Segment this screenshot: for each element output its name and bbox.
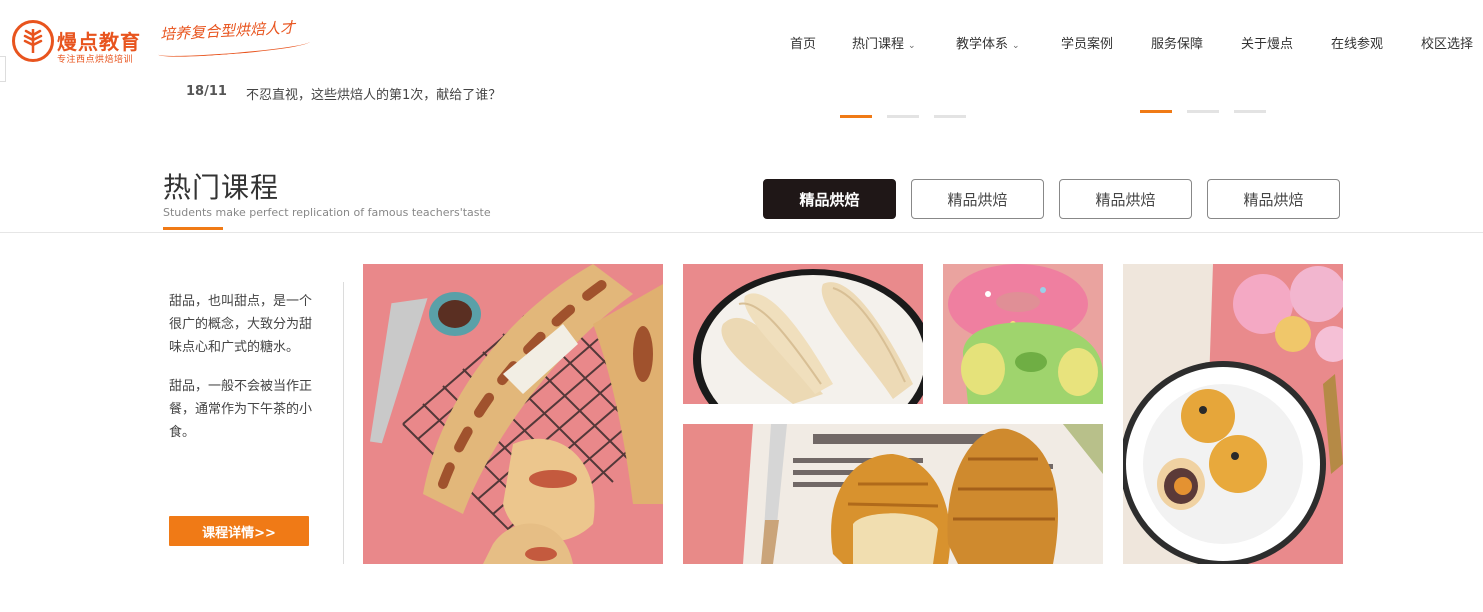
nav-about[interactable]: 关于熳点 xyxy=(1241,33,1293,52)
croissant-photo[interactable] xyxy=(683,424,1103,564)
section-title: 热门课程 xyxy=(163,171,280,204)
course-desc-paragraph-2: 甜品，一般不会被当作正餐，通常作为下午茶的小食。 xyxy=(169,379,313,440)
nav-home[interactable]: 首页 xyxy=(790,33,816,52)
course-detail-button[interactable]: 课程详情>> xyxy=(169,516,309,546)
section-subtitle: Students make perfect replication of fam… xyxy=(163,206,491,219)
news-date: 18/11 xyxy=(186,84,227,99)
mooncake-photo[interactable] xyxy=(1123,264,1343,564)
section-divider xyxy=(0,232,1483,233)
nav-teaching-system[interactable]: 教学体系 ⌄ xyxy=(956,33,1020,52)
donut-photo[interactable] xyxy=(943,264,1103,404)
slider-dot-3[interactable] xyxy=(934,115,966,118)
course-description: 甜品，也叫甜点，是一个很广的概念，大致分为甜味点心和广式的糖水。 甜品，一般不会… xyxy=(169,290,319,444)
nav-student-cases[interactable]: 学员案例 xyxy=(1061,33,1113,52)
course-desc-paragraph-1: 甜品，也叫甜点，是一个很广的概念，大致分为甜味点心和广式的糖水。 xyxy=(169,294,313,355)
nav-campus-select[interactable]: 校区选择 xyxy=(1421,33,1473,52)
nav-online-tour[interactable]: 在线参观 xyxy=(1331,33,1383,52)
logo-subtitle: 专注西点烘焙培训 xyxy=(57,55,134,65)
nav-hot-courses[interactable]: 热门课程 ⌄ xyxy=(852,33,916,52)
banner-dot-1[interactable] xyxy=(1140,110,1172,113)
vertical-divider xyxy=(343,282,344,564)
slider-dot-2[interactable] xyxy=(887,115,919,118)
side-float-tab[interactable] xyxy=(0,56,6,82)
baguette-sausage-photo[interactable] xyxy=(363,264,663,564)
chevron-down-icon: ⌄ xyxy=(908,41,916,51)
nav-service[interactable]: 服务保障 xyxy=(1151,33,1203,52)
tab-premium-baking-3[interactable]: 精品烘焙 xyxy=(1059,179,1192,219)
tab-premium-baking-2[interactable]: 精品烘焙 xyxy=(911,179,1044,219)
main-nav: 首页 热门课程 ⌄ 教学体系 ⌄ 学员案例 服务保障 关于熳点 在线参观 校区选择 xyxy=(0,33,1483,53)
slider-dot-1[interactable] xyxy=(840,115,872,118)
banner-dot-3[interactable] xyxy=(1234,110,1266,113)
news-title[interactable]: 不忍直视，这些烘焙人的第1次，献给了谁？ xyxy=(246,84,501,103)
bread-rolls-photo[interactable] xyxy=(683,264,923,404)
banner-dot-2[interactable] xyxy=(1187,110,1219,113)
tab-premium-baking-1[interactable]: 精品烘焙 xyxy=(763,179,896,219)
chevron-down-icon: ⌄ xyxy=(1012,41,1020,51)
tab-premium-baking-4[interactable]: 精品烘焙 xyxy=(1207,179,1340,219)
section-title-underline xyxy=(163,227,223,230)
